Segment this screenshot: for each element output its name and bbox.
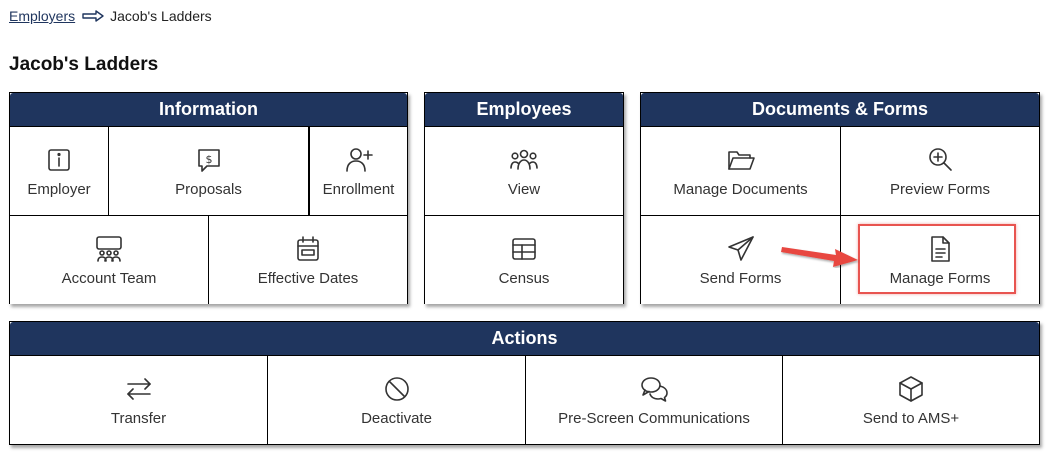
tile-pre-screen-communications[interactable]: Pre-Screen Communications: [526, 356, 783, 444]
tile-deactivate[interactable]: Deactivate: [268, 356, 526, 444]
info-icon: [44, 145, 74, 175]
breadcrumb-employers-link[interactable]: Employers: [9, 8, 75, 24]
tile-label: Preview Forms: [889, 180, 990, 198]
page-title: Jacob's Ladders: [9, 54, 159, 75]
tile-manage-documents[interactable]: Manage Documents: [641, 127, 841, 216]
table-icon: [509, 234, 539, 264]
cube-icon: [896, 374, 926, 404]
tile-label: Employer: [27, 180, 91, 198]
tile-preview-forms[interactable]: Preview Forms: [841, 127, 1039, 216]
tile-label: Send to AMS+: [862, 409, 960, 427]
tile-label: Proposals: [175, 180, 242, 198]
documents-forms-panel-header: Documents & Forms: [641, 93, 1039, 127]
tile-proposals[interactable]: $ Proposals: [109, 127, 309, 216]
tile-employer[interactable]: Employer: [10, 127, 109, 216]
arrow-right-icon: [82, 10, 104, 22]
folder-icon: [726, 145, 756, 175]
tile-label: Send Forms: [699, 269, 782, 287]
information-panel-header: Information: [10, 93, 407, 127]
transfer-icon: [124, 374, 154, 404]
information-panel: Information Employer $ Proposals Enrollm…: [9, 92, 408, 304]
employees-panel: Employees View Census: [424, 92, 624, 304]
tile-label: Manage Forms: [889, 269, 991, 287]
team-icon: [94, 234, 124, 264]
document-icon: [925, 234, 955, 264]
people-icon: [509, 145, 539, 175]
breadcrumb-current: Jacob's Ladders: [110, 8, 212, 24]
tile-view[interactable]: View: [425, 127, 623, 216]
tile-enrollment[interactable]: Enrollment: [309, 127, 407, 216]
tile-manage-forms[interactable]: Manage Forms: [841, 216, 1039, 304]
tile-label: View: [507, 180, 541, 198]
zoom-in-icon: [925, 145, 955, 175]
calendar-icon: [293, 234, 323, 264]
block-icon: [382, 374, 412, 404]
tile-label: Deactivate: [361, 409, 432, 427]
actions-panel-header: Actions: [10, 322, 1039, 356]
tile-account-team[interactable]: Account Team: [10, 216, 209, 304]
tile-label: Account Team: [61, 269, 157, 287]
tile-label: Enrollment: [322, 180, 395, 198]
tile-label: Manage Documents: [673, 180, 808, 198]
employees-panel-header: Employees: [425, 93, 623, 127]
breadcrumb: Employers Jacob's Ladders: [9, 8, 212, 24]
tile-transfer[interactable]: Transfer: [10, 356, 268, 444]
actions-panel: Actions Transfer Deactivate Pre-Screen C…: [9, 321, 1040, 445]
paper-plane-icon: [726, 234, 756, 264]
tile-send-forms[interactable]: Send Forms: [641, 216, 841, 304]
tile-label: Effective Dates: [257, 269, 359, 287]
tile-census[interactable]: Census: [425, 216, 623, 304]
documents-forms-panel: Documents & Forms Manage Documents Previ…: [640, 92, 1040, 304]
add-user-icon: [344, 145, 374, 175]
chat-icon: [639, 374, 669, 404]
svg-text:$: $: [205, 153, 212, 166]
tile-label: Transfer: [110, 409, 167, 427]
tile-label: Census: [498, 269, 550, 287]
tile-label: Pre-Screen Communications: [558, 409, 750, 427]
tile-effective-dates[interactable]: Effective Dates: [209, 216, 407, 304]
proposal-icon: $: [194, 145, 224, 175]
tile-send-to-ams[interactable]: Send to AMS+: [783, 356, 1039, 444]
